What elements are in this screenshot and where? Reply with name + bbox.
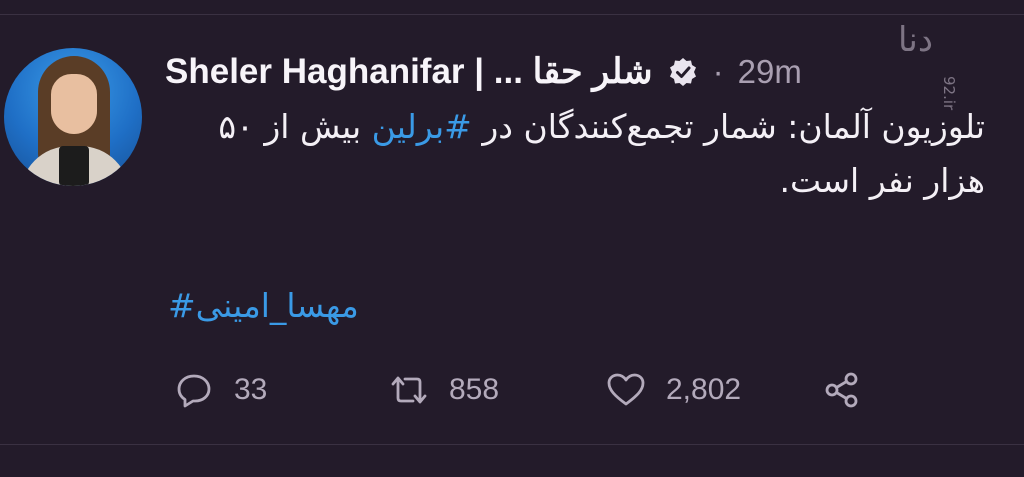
bottom-divider: [0, 444, 1024, 445]
watermark-logo-text: دنا: [898, 20, 933, 60]
avatar[interactable]: [4, 48, 142, 186]
tweet-separator: ·: [712, 53, 724, 90]
share-button[interactable]: [820, 360, 864, 420]
retweet-button[interactable]: 858: [387, 360, 499, 420]
author-name[interactable]: Sheler Haghanifar | ... شلر حقا: [165, 52, 653, 92]
retweet-icon: [387, 368, 431, 412]
hashtag-berlin[interactable]: #برلین: [372, 107, 472, 146]
tweet-text-start: تلوزیون آلمان: شمار تجمع‌کنندگان در: [471, 107, 985, 146]
heart-icon: [604, 368, 648, 412]
retweet-count: 858: [449, 373, 500, 406]
like-count: 2,802: [666, 373, 742, 406]
hashtag-mahsa-amini[interactable]: #مهسا_امینی: [168, 286, 568, 325]
reply-icon: [172, 368, 216, 412]
like-button[interactable]: 2,802: [604, 360, 741, 420]
top-divider: [0, 14, 1024, 15]
tweet-actions: 33 858 2,802: [0, 360, 1024, 420]
verified-badge-icon: [667, 56, 699, 88]
tweet-time[interactable]: 29m: [738, 53, 802, 91]
avatar-shirt: [59, 146, 89, 186]
share-icon: [820, 368, 864, 412]
tweet-text: تلوزیون آلمان: شمار تجمع‌کنندگان در #برل…: [165, 100, 985, 208]
tweet-header: Sheler Haghanifar | ... شلر حقا · 29m: [165, 46, 802, 98]
reply-count: 33: [234, 373, 268, 406]
reply-button[interactable]: 33: [172, 360, 267, 420]
avatar-face: [51, 74, 97, 134]
